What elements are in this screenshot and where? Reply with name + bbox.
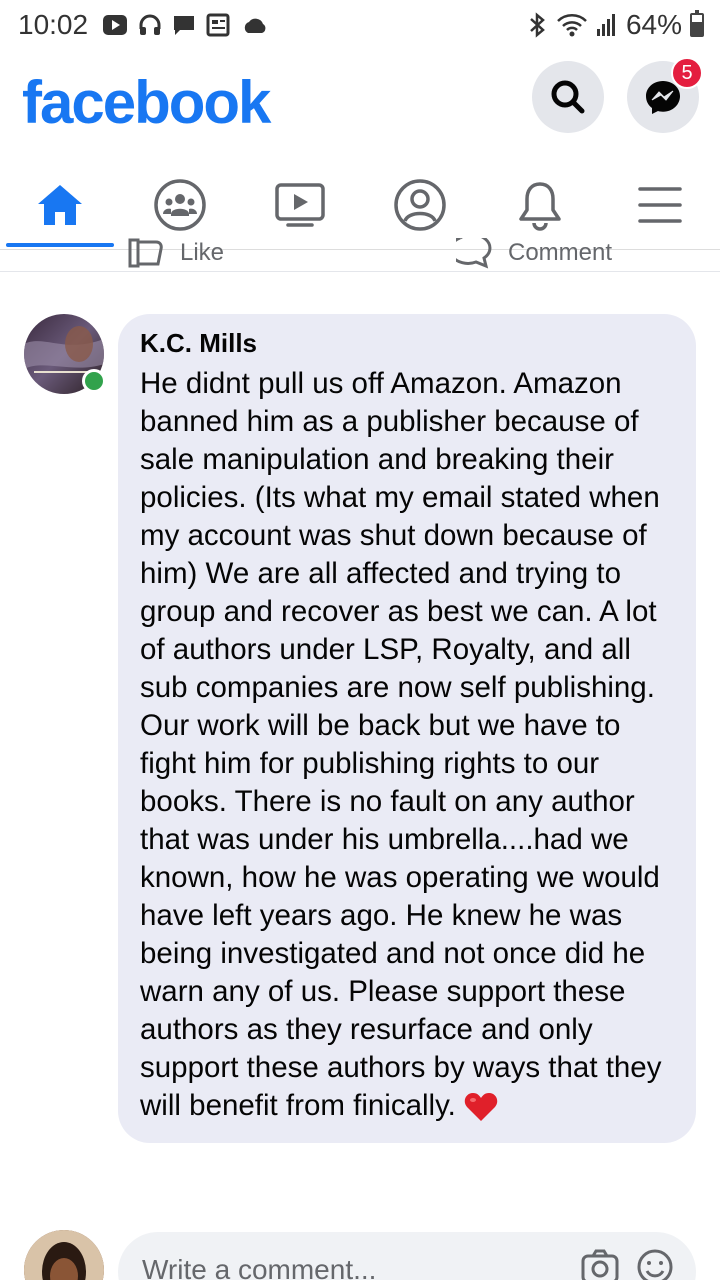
comment-input-placeholder: Write a comment... [142, 1254, 377, 1280]
comment-bubble[interactable]: K.C. Mills He didnt pull us off Amazon. … [118, 314, 696, 1143]
compose-bar: Write a comment... [0, 1228, 720, 1280]
cloud-icon [244, 18, 266, 33]
cast-icon [103, 15, 128, 35]
like-button[interactable]: Like [128, 238, 224, 270]
status-bar: 10:02 64% [0, 0, 720, 50]
tab-groups[interactable] [120, 160, 240, 249]
comment-author[interactable]: K.C. Mills [140, 328, 674, 359]
home-icon [38, 184, 82, 225]
chat-icon [174, 16, 195, 35]
comment-text: He didnt pull us off Amazon. Amazon bann… [140, 367, 662, 1122]
tab-profile[interactable] [360, 160, 480, 249]
tab-notifications[interactable] [480, 160, 600, 249]
facebook-logo[interactable]: facebook [22, 68, 271, 137]
battery-percent: 64% [625, 9, 682, 40]
camera-icon[interactable] [580, 1248, 620, 1280]
status-notification-icons [102, 13, 268, 37]
tab-menu[interactable] [600, 160, 720, 249]
comment-button[interactable]: Comment [456, 238, 612, 270]
bell-icon [519, 181, 561, 231]
red-heart-emoji-icon [464, 1093, 498, 1122]
messenger-badge: 5 [671, 57, 703, 89]
app-header: facebook 5 [0, 56, 720, 146]
status-time: 10:02 [18, 9, 89, 40]
compose-icons [580, 1248, 674, 1280]
post-actions: Like Comment [0, 238, 720, 272]
like-label: Like [180, 239, 225, 266]
battery-level [692, 22, 702, 35]
status-left: 10:02 [18, 9, 268, 41]
tab-home[interactable] [0, 160, 120, 249]
search-icon [551, 80, 585, 114]
messenger-button[interactable]: 5 [627, 57, 703, 133]
status-right: 64% [526, 9, 704, 41]
comment-label: Comment [508, 239, 613, 266]
current-user-avatar[interactable] [24, 1230, 104, 1280]
menu-icon [638, 186, 682, 223]
battery-icon [690, 10, 704, 37]
news-icon [206, 13, 230, 37]
profile-icon [394, 178, 446, 231]
emoji-icon[interactable] [636, 1248, 674, 1280]
signal-icon [596, 14, 615, 36]
tab-watch[interactable] [240, 160, 360, 249]
comment-icon [456, 238, 492, 269]
main-nav [0, 160, 720, 250]
comment-text-block: He didnt pull us off Amazon. Amazon bann… [140, 365, 674, 1125]
wifi-icon [557, 14, 587, 37]
user-avatar-image [24, 1230, 104, 1280]
watch-icon [275, 182, 325, 227]
headphones-icon [139, 14, 161, 35]
search-button[interactable] [532, 61, 604, 133]
bluetooth-icon [530, 12, 545, 38]
online-status-dot [82, 369, 106, 393]
groups-icon [154, 178, 206, 231]
like-icon [128, 238, 163, 268]
